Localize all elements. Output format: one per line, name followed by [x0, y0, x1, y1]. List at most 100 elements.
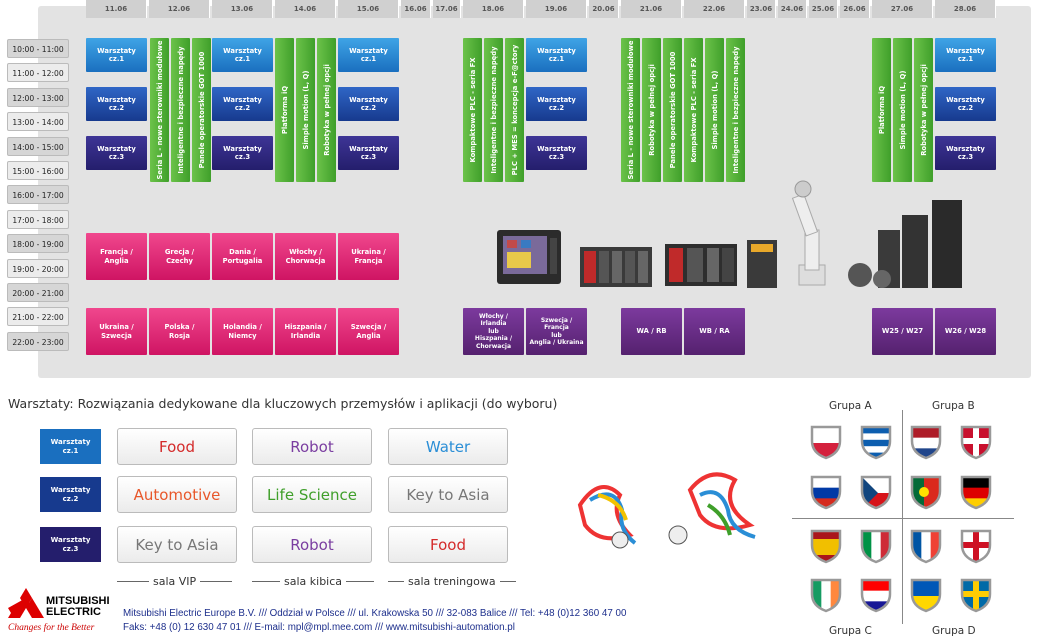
workshop-part3-legend: Warsztaty cz.3 — [40, 527, 101, 562]
match-block[interactable]: Dania / Portugalia — [212, 233, 273, 280]
workshops-title: Warsztaty: Rozwiązania dedykowane dla kl… — [8, 396, 558, 411]
session-block[interactable]: Platforma iQ — [872, 38, 891, 182]
session-block[interactable]: Panele operatorskie GOT 1000 — [663, 38, 682, 182]
group-c-label: Grupa C — [829, 625, 872, 637]
date-13.06: 13.06 — [212, 0, 273, 18]
czech-flag-icon — [860, 475, 892, 510]
knockout-match-block[interactable]: WB / RA — [684, 308, 745, 355]
session-block[interactable]: Robotyka w pełnej opcji — [914, 38, 933, 182]
time-slot: 18:00 - 19:00 — [7, 234, 69, 254]
workshop-part2-block[interactable]: Warsztaty cz.2 — [935, 87, 996, 121]
session-block[interactable]: Kompaktowe PLC - seria FX — [463, 38, 482, 182]
session-label: Inteligentne i bezpieczne napędy — [731, 46, 740, 174]
footer-address: Mitsubishi Electric Europe B.V. /// Oddz… — [123, 608, 627, 619]
date-24.06: 24.06 — [778, 0, 807, 18]
workshop-part3-block[interactable]: Warsztaty cz.3 — [86, 136, 147, 170]
italy-flag-icon — [860, 529, 892, 564]
session-block[interactable]: Kompaktowe PLC - seria FX — [684, 38, 703, 182]
session-block[interactable]: Robotyka w pełnej opcji — [317, 38, 336, 182]
workshop-part2-block[interactable]: Warsztaty cz.2 — [526, 87, 587, 121]
workshop-part2-block[interactable]: Warsztaty cz.2 — [86, 87, 147, 121]
match-block[interactable]: Włochy / Chorwacja — [275, 233, 336, 280]
session-block[interactable]: PLC + MES = koncepcja e-F@ctory — [505, 38, 524, 182]
greece-flag-icon — [860, 425, 892, 460]
session-block[interactable]: Inteligentne i bezpieczne napędy — [484, 38, 503, 182]
session-block[interactable]: Platforma iQ — [275, 38, 294, 182]
knockout-match-block[interactable]: Szwecja / Francja lub Anglia / Ukraina — [526, 308, 587, 355]
workshop-topic-pill[interactable]: Robot — [252, 428, 372, 465]
workshop-part1-block[interactable]: Warsztaty cz.1 — [935, 38, 996, 72]
workshop-topic-pill[interactable]: Food — [117, 428, 237, 465]
workshop-topic-pill[interactable]: Robot — [252, 526, 372, 563]
session-block[interactable]: Seria L - nowe sterowniki modułowe — [621, 38, 640, 182]
poland-flag-icon — [810, 425, 842, 460]
session-block[interactable]: Simple motion (L, Q) — [296, 38, 315, 182]
time-slot: 22:00 - 23:00 — [7, 331, 69, 351]
workshop-part1-block[interactable]: Warsztaty cz.1 — [526, 38, 587, 72]
match-block[interactable]: Polska / Rosja — [149, 308, 210, 355]
mitsubishi-logo-icon — [8, 588, 44, 618]
inverter-image — [747, 240, 777, 288]
session-label: Seria L - nowe sterowniki modułowe — [155, 40, 164, 180]
workshop-part2-block[interactable]: Warsztaty cz.2 — [338, 87, 399, 121]
time-slot: 11:00 - 12:00 — [7, 63, 69, 83]
date-19.06: 19.06 — [526, 0, 587, 18]
match-block[interactable]: Ukraina / Francja — [338, 233, 399, 280]
knockout-match-block[interactable]: W26 / W28 — [935, 308, 996, 355]
knockout-match-block[interactable]: Włochy / Irlandia lub Hiszpania / Chorwa… — [463, 308, 524, 355]
workshop-part3-block[interactable]: Warsztaty cz.3 — [526, 136, 587, 170]
date-12.06: 12.06 — [149, 0, 210, 18]
session-label: Seria L - nowe sterowniki modułowe — [626, 40, 635, 180]
workshop-part1-block[interactable]: Warsztaty cz.1 — [338, 38, 399, 72]
workshop-part3-block[interactable]: Warsztaty cz.3 — [212, 136, 273, 170]
date-22.06: 22.06 — [684, 0, 745, 18]
session-label: Kompaktowe PLC - seria FX — [689, 57, 698, 163]
session-block[interactable]: Inteligentne i bezpieczne napędy — [726, 38, 745, 182]
time-slot: 20:00 - 21:00 — [7, 283, 69, 302]
session-label: Platforma iQ — [877, 85, 886, 135]
session-block[interactable]: Inteligentne i bezpieczne napędy — [171, 38, 190, 182]
date-26.06: 26.06 — [840, 0, 870, 18]
match-block[interactable]: Holandia / Niemcy — [212, 308, 273, 355]
workshop-part3-block[interactable]: Warsztaty cz.3 — [338, 136, 399, 170]
workshop-part1-block[interactable]: Warsztaty cz.1 — [212, 38, 273, 72]
date-27.06: 27.06 — [872, 0, 933, 18]
session-label: Simple motion (L, Q) — [710, 70, 719, 150]
page: 11.06 12.06 13.06 14.06 15.06 16.06 17.06 18.06… — [0, 0, 1039, 638]
workshop-part3-block[interactable]: Warsztaty cz.3 — [935, 136, 996, 170]
match-block[interactable]: Hiszpania / Irlandia — [275, 308, 336, 355]
knockout-match-block[interactable]: W25 / W27 — [872, 308, 933, 355]
workshop-topic-pill[interactable]: Key to Asia — [117, 526, 237, 563]
workshop-topic-pill[interactable]: Automotive — [117, 476, 237, 513]
match-block[interactable]: Grecja / Czechy — [149, 233, 210, 280]
group-b-label: Grupa B — [932, 400, 975, 412]
room-label: sala kibica — [252, 575, 375, 588]
session-label: Kompaktowe PLC - seria FX — [468, 57, 477, 163]
session-block[interactable]: Seria L - nowe sterowniki modułowe — [150, 38, 169, 182]
england-flag-icon — [960, 529, 992, 564]
hmi-panel-image — [497, 230, 561, 284]
plc-module-image — [580, 247, 652, 287]
match-block[interactable]: Szwecja / Anglia — [338, 308, 399, 355]
workshop-topic-pill[interactable]: Food — [388, 526, 508, 563]
session-block[interactable]: Panele operatorskie GOT 1000 — [192, 38, 211, 182]
knockout-match-block[interactable]: WA / RB — [621, 308, 682, 355]
session-label: PLC + MES = koncepcja e-F@ctory — [510, 44, 519, 176]
date-18.06: 18.06 — [463, 0, 524, 18]
france-flag-icon — [910, 529, 942, 564]
session-block[interactable]: Simple motion (L, Q) — [705, 38, 724, 182]
session-block[interactable]: Robotyka w pełnej opcji — [642, 38, 661, 182]
session-label: Panele operatorskie GOT 1000 — [668, 51, 677, 169]
match-block[interactable]: Ukraina / Szwecja — [86, 308, 147, 355]
workshop-part1-block[interactable]: Warsztaty cz.1 — [86, 38, 147, 72]
portugal-flag-icon — [910, 475, 942, 510]
ireland-flag-icon — [810, 578, 842, 613]
date-15.06: 15.06 — [338, 0, 399, 18]
session-block[interactable]: Simple motion (L, Q) — [893, 38, 912, 182]
session-label: Simple motion (L, Q) — [898, 70, 907, 150]
workshop-topic-pill[interactable]: Water — [388, 428, 508, 465]
workshop-part2-block[interactable]: Warsztaty cz.2 — [212, 87, 273, 121]
workshop-topic-pill[interactable]: Key to Asia — [388, 476, 508, 513]
workshop-topic-pill[interactable]: Life Science — [252, 476, 372, 513]
match-block[interactable]: Francja / Anglia — [86, 233, 147, 280]
